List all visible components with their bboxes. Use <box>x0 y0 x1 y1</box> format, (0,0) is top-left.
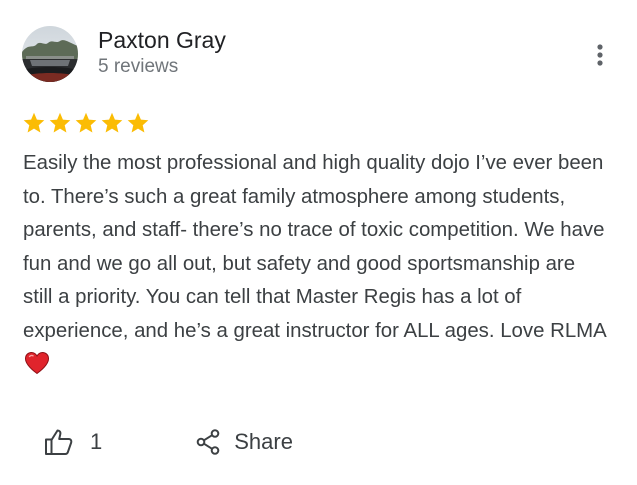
avatar[interactable] <box>22 26 78 82</box>
avatar-photo <box>22 26 78 82</box>
like-button[interactable]: 1 <box>44 425 102 459</box>
star-rating <box>22 111 150 135</box>
share-label: Share <box>234 429 293 454</box>
review-text: Easily the most professional and high qu… <box>23 147 608 382</box>
share-button[interactable]: Share <box>196 425 293 459</box>
like-count: 1 <box>90 429 103 454</box>
star-icon <box>101 112 123 133</box>
star-icon <box>23 112 45 133</box>
more-options-button[interactable] <box>586 40 614 70</box>
review-header: Paxton Gray 5 reviews <box>22 26 226 82</box>
reviewer-name[interactable]: Paxton Gray <box>98 26 226 54</box>
heart-icon <box>24 351 50 375</box>
star-icon <box>75 112 97 133</box>
review-card: Paxton Gray 5 reviews Easily the most pr… <box>0 0 637 485</box>
share-icon <box>196 429 220 455</box>
reviewer-review-count[interactable]: 5 reviews <box>98 54 226 80</box>
reviewer-info: Paxton Gray 5 reviews <box>98 26 226 80</box>
review-actions: 1 Share <box>44 425 293 459</box>
review-body: Easily the most professional and high qu… <box>23 152 607 342</box>
star-icon <box>127 112 149 133</box>
star-icon <box>49 112 71 133</box>
more-vert-icon <box>597 44 603 66</box>
thumbs-up-icon <box>45 429 73 455</box>
